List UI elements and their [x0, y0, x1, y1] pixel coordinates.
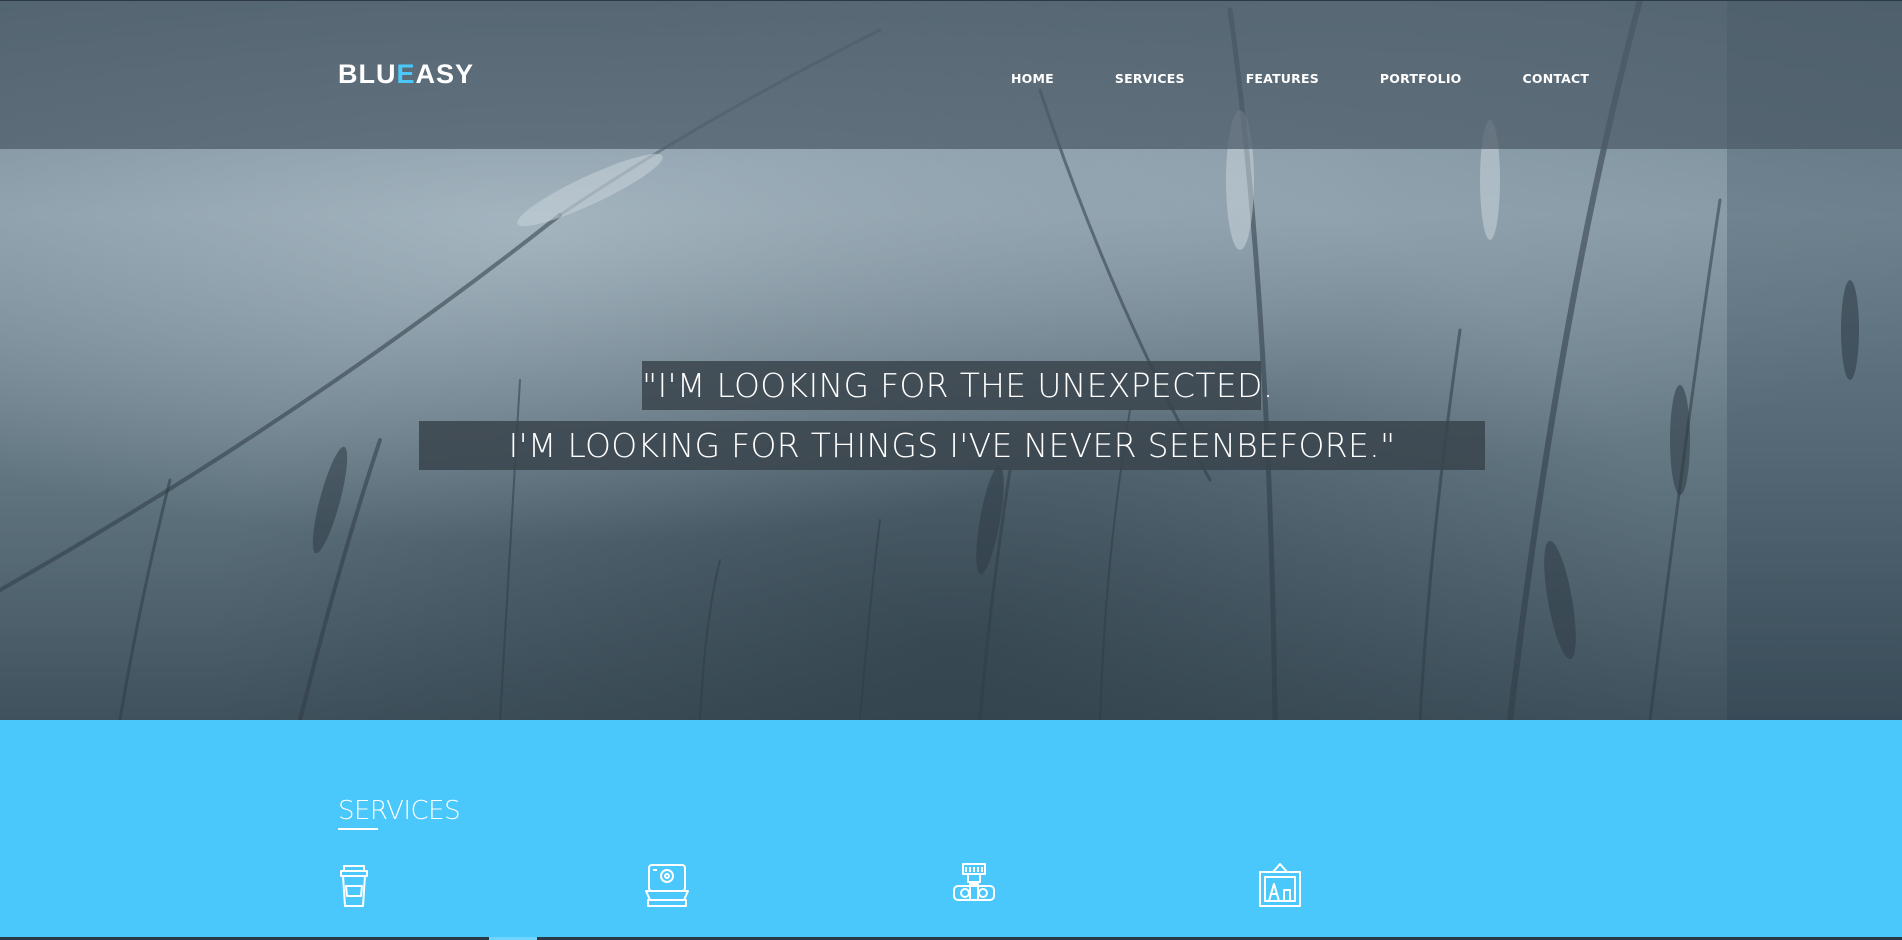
hero-quote-line-2: I'M LOOKING FOR THINGS I'VE NEVER SEENBE…: [419, 421, 1485, 470]
nav-portfolio[interactable]: PORTFOLIO: [1380, 71, 1462, 86]
polaroid-camera-icon: [645, 864, 689, 907]
logo-accent: E: [396, 59, 416, 89]
nav-home[interactable]: HOME: [1011, 71, 1054, 86]
nav-features[interactable]: FEATURES: [1246, 71, 1319, 86]
nav-contact[interactable]: CONTACT: [1523, 71, 1590, 86]
services-heading: SERVICES: [338, 796, 461, 826]
coffee-cup-icon: [340, 865, 368, 907]
services-heading-underline: [338, 828, 378, 830]
picture-frame-icon: [1259, 863, 1301, 907]
logo-prefix: BLU: [338, 59, 397, 89]
hero-quote-line-1: "I'M LOOKING FOR THE UNEXPECTED.: [642, 361, 1273, 410]
site-logo[interactable]: BLUEASY: [338, 59, 474, 90]
main-nav: HOME SERVICES FEATURES PORTFOLIO CONTACT: [1011, 71, 1589, 86]
logo-suffix: ASY: [415, 59, 475, 89]
camera-icon: [953, 863, 995, 901]
site-header: BLUEASY HOME SERVICES FEATURES PORTFOLIO…: [0, 0, 1902, 149]
nav-services[interactable]: SERVICES: [1115, 71, 1185, 86]
